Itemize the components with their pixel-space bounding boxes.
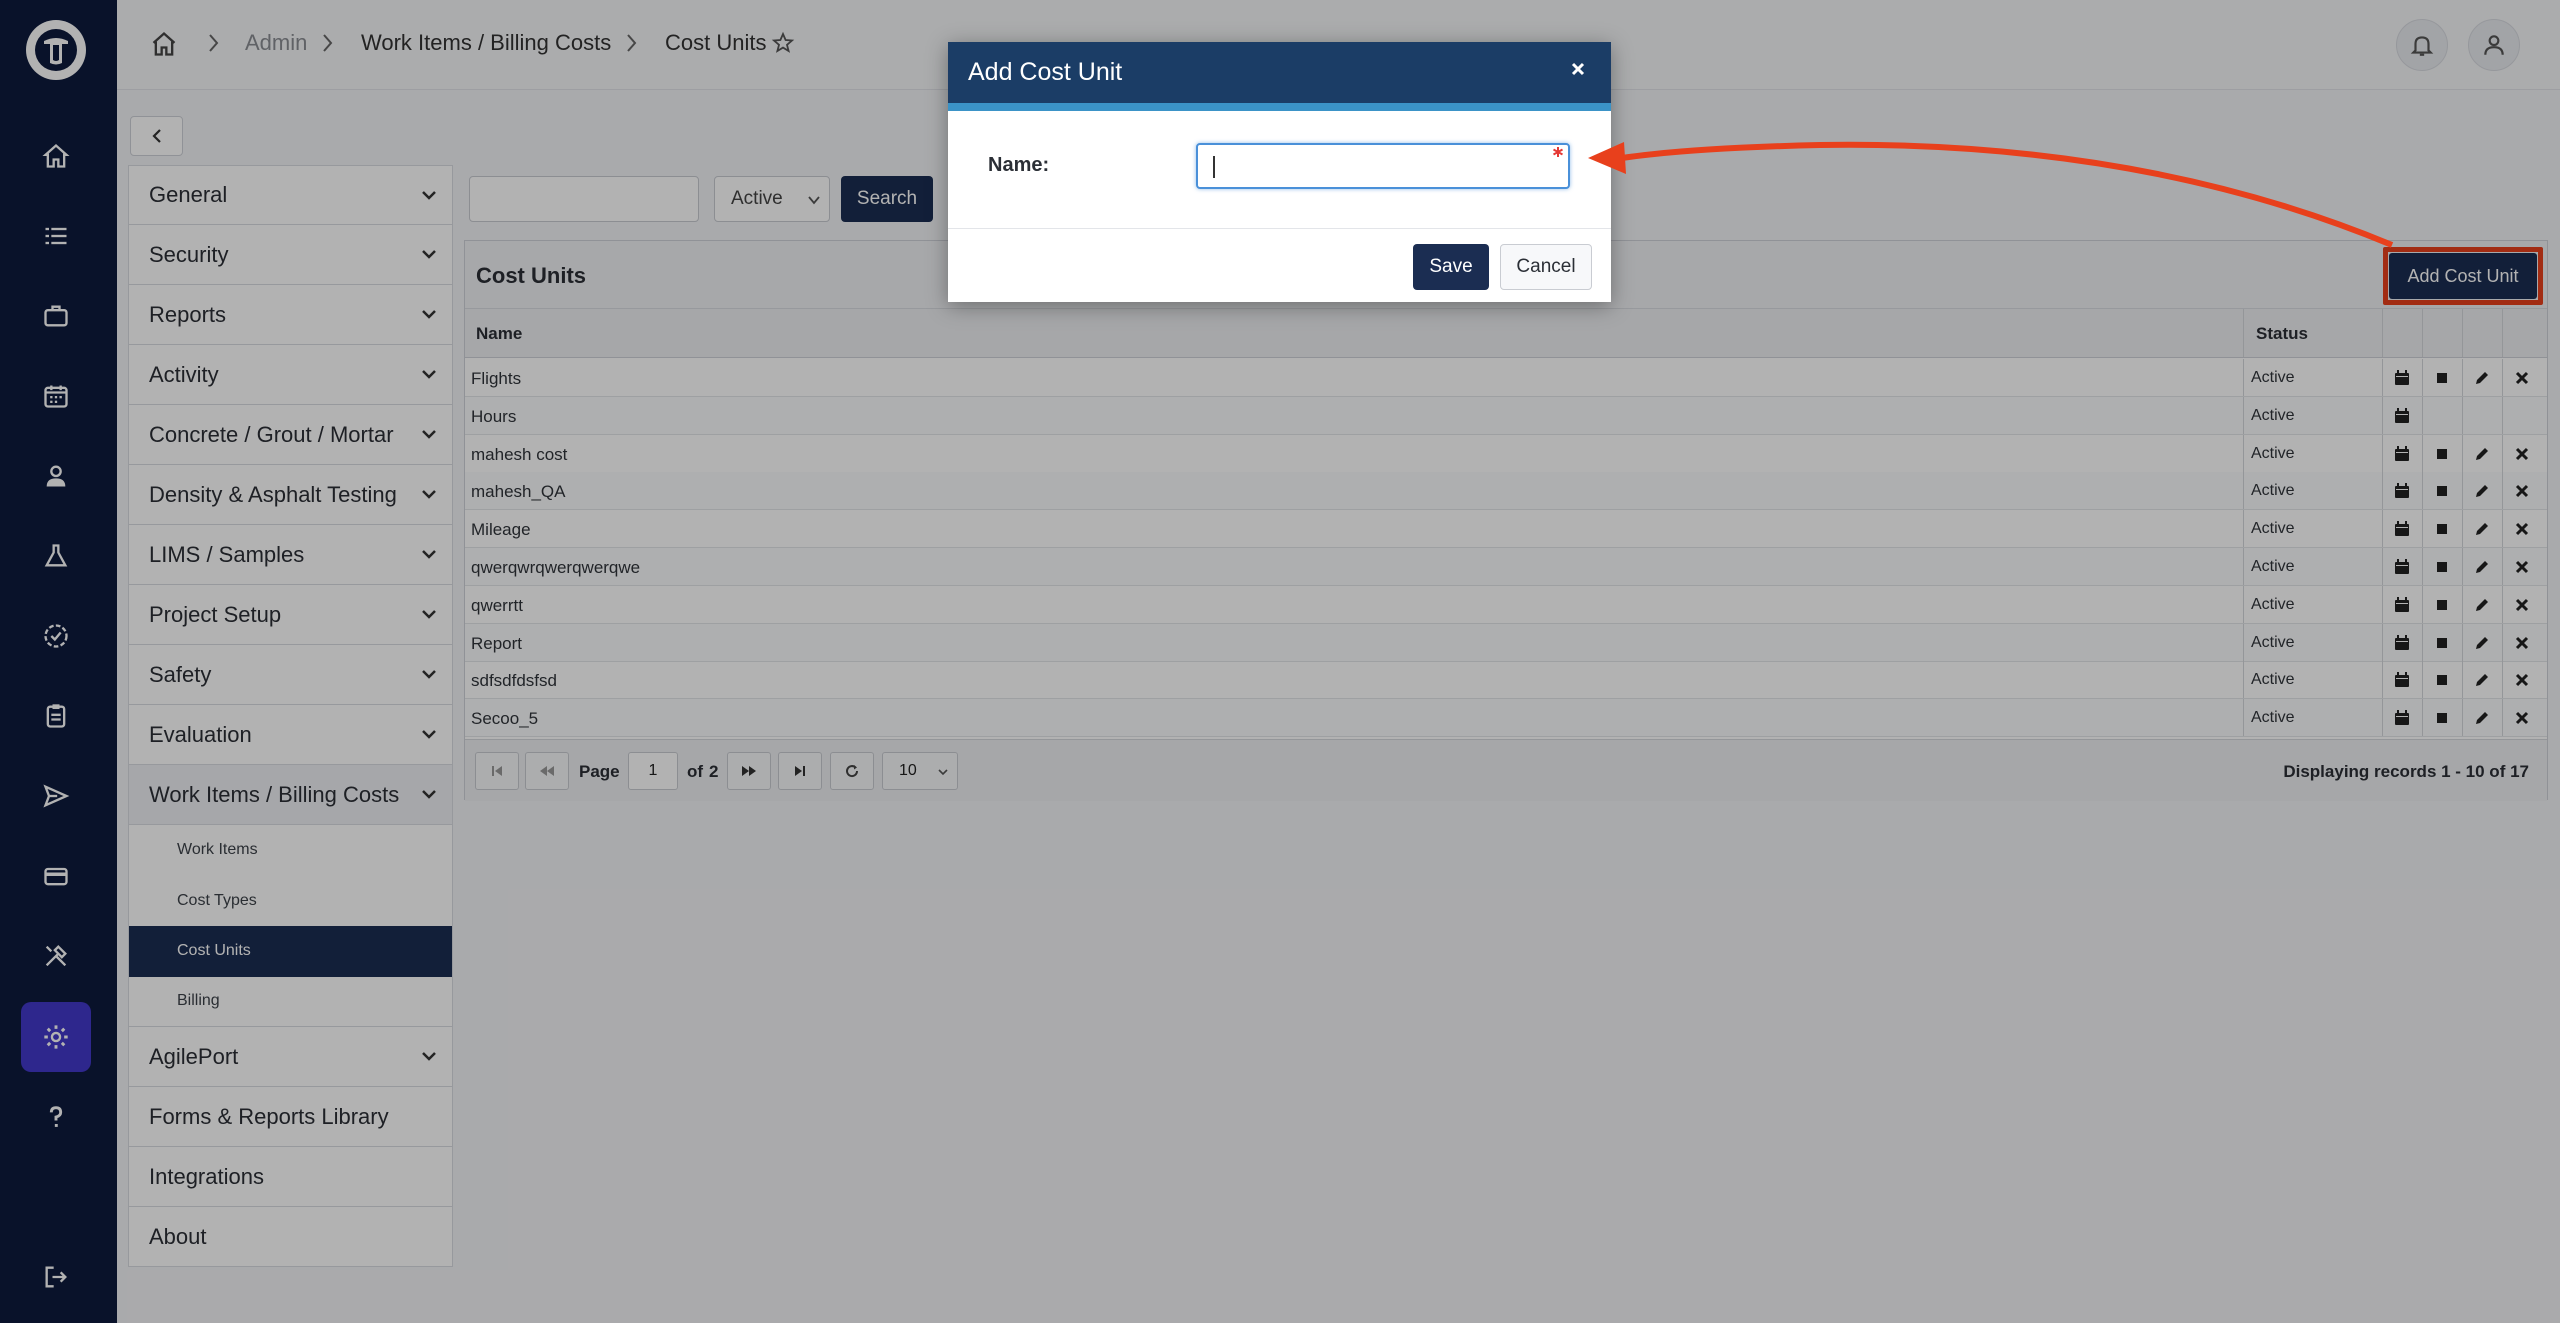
dialog-divider [948, 228, 1611, 229]
required-asterisk-icon [1553, 147, 1563, 157]
close-icon [1571, 62, 1585, 76]
name-input[interactable] [1196, 143, 1570, 189]
add-cost-unit-dialog: Add Cost Unit Name: Save Cancel [948, 42, 1611, 302]
cancel-button[interactable]: Cancel [1500, 244, 1592, 290]
save-button[interactable]: Save [1413, 244, 1489, 290]
dialog-title: Add Cost Unit [968, 58, 1123, 86]
annotation-arrow [1588, 141, 2394, 248]
close-dialog-button[interactable] [1563, 54, 1593, 84]
header-stripe [948, 103, 1611, 111]
text-caret [1213, 156, 1215, 178]
name-label: Name: [988, 154, 1050, 176]
dialog-header: Add Cost Unit [948, 42, 1611, 111]
